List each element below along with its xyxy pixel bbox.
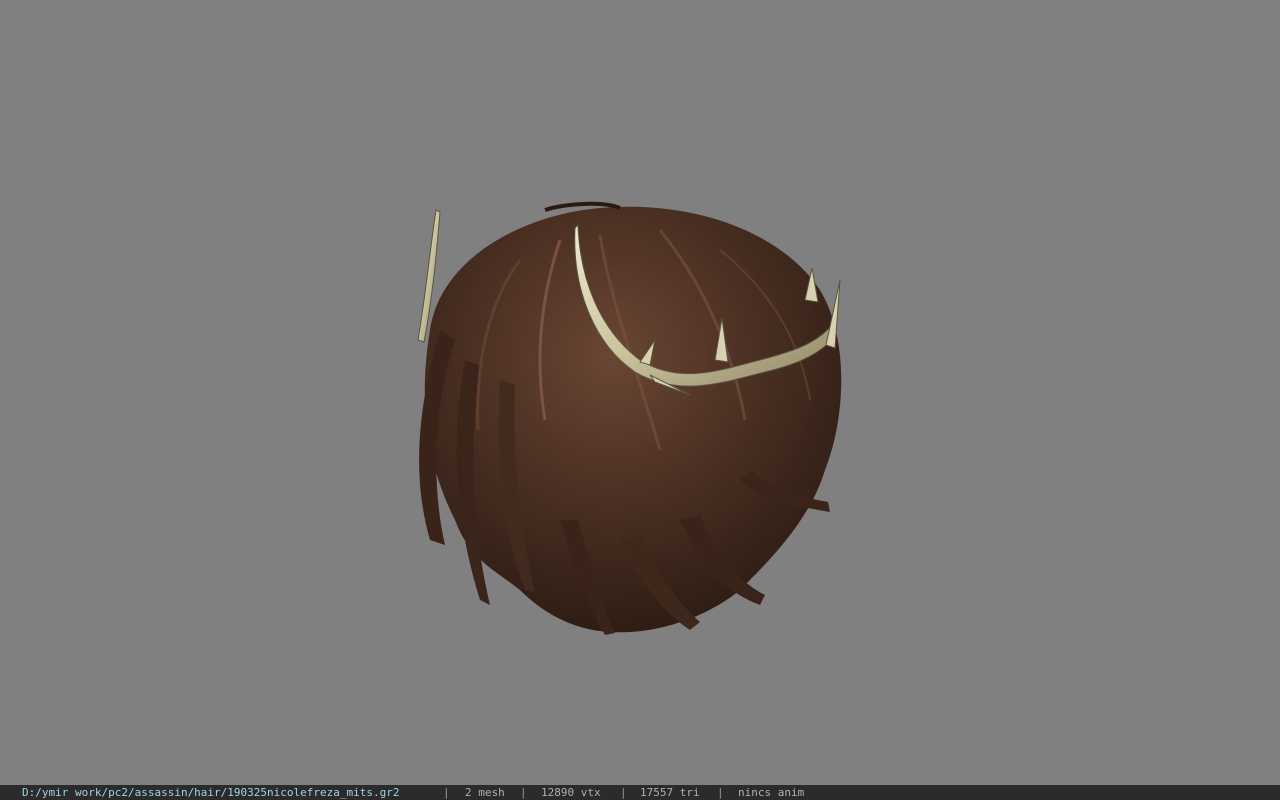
file-path: D:/ymir work/pc2/assassin/hair/190325nic… <box>22 786 400 799</box>
3d-viewport[interactable] <box>0 0 1280 785</box>
hair-model-render[interactable] <box>0 0 1280 785</box>
triangle-count: 17557 tri <box>640 786 700 799</box>
animation-status: nincs anim <box>738 786 805 799</box>
vertex-count: 12890 vtx <box>541 786 601 799</box>
separator: | <box>520 786 527 799</box>
separator: | <box>620 786 627 799</box>
separator: | <box>443 786 450 799</box>
separator: | <box>717 786 724 799</box>
status-bar: D:/ymir work/pc2/assassin/hair/190325nic… <box>0 785 1280 800</box>
hair-mesh <box>419 201 842 635</box>
mesh-count: 2 mesh <box>465 786 505 799</box>
